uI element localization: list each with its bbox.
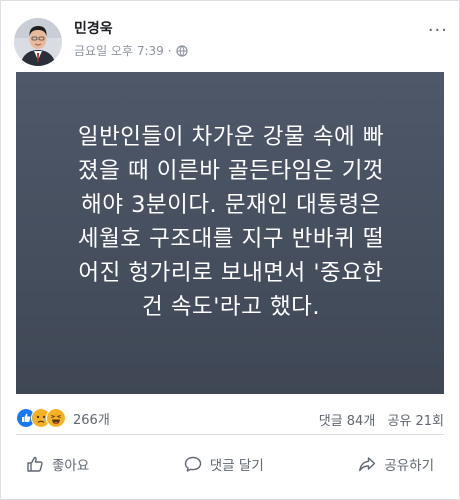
haha-icon bbox=[46, 408, 66, 428]
post-text: 일반인들이 차가운 강물 속에 빠 졌을 때 이른바 골든타임은 기껏 해야 3… bbox=[77, 124, 385, 320]
post-content: 일반인들이 차가운 강물 속에 빠 졌을 때 이른바 골든타임은 기껏 해야 3… bbox=[16, 72, 444, 394]
like-label: 좋아요 bbox=[52, 458, 90, 474]
reactions-summary[interactable]: 266개 bbox=[16, 408, 110, 428]
comment-button[interactable]: 댓글 달기 bbox=[174, 450, 274, 478]
author-name[interactable]: 민경욱 bbox=[74, 18, 113, 38]
thumbs-up-icon bbox=[27, 456, 43, 472]
post-stats: 266개 댓글 84개 공유 21회 bbox=[16, 402, 444, 435]
comment-icon bbox=[184, 456, 201, 472]
comment-count[interactable]: 댓글 84개 bbox=[319, 414, 376, 429]
action-bar: 좋아요 댓글 달기 공유하기 bbox=[16, 446, 444, 482]
post-timestamp[interactable]: 금요일 오후 7:39 bbox=[74, 42, 164, 59]
avatar-photo bbox=[14, 18, 62, 66]
share-label: 공유하기 bbox=[384, 458, 434, 474]
share-icon bbox=[359, 457, 376, 472]
post-meta: 금요일 오후 7:39 · bbox=[74, 42, 188, 59]
comment-label: 댓글 달기 bbox=[209, 458, 264, 474]
like-button[interactable]: 좋아요 bbox=[16, 450, 99, 478]
more-icon[interactable]: ··· bbox=[428, 20, 448, 41]
meta-separator: · bbox=[167, 43, 172, 58]
reaction-count: 266개 bbox=[73, 412, 110, 428]
engagement-counts: 댓글 84개 공유 21회 bbox=[311, 410, 444, 429]
globe-icon bbox=[176, 44, 188, 57]
share-button[interactable]: 공유하기 bbox=[348, 450, 444, 478]
avatar[interactable] bbox=[14, 18, 62, 66]
share-count[interactable]: 공유 21회 bbox=[387, 414, 444, 429]
post-header: 민경욱 금요일 오후 7:39 · ··· bbox=[0, 0, 460, 70]
